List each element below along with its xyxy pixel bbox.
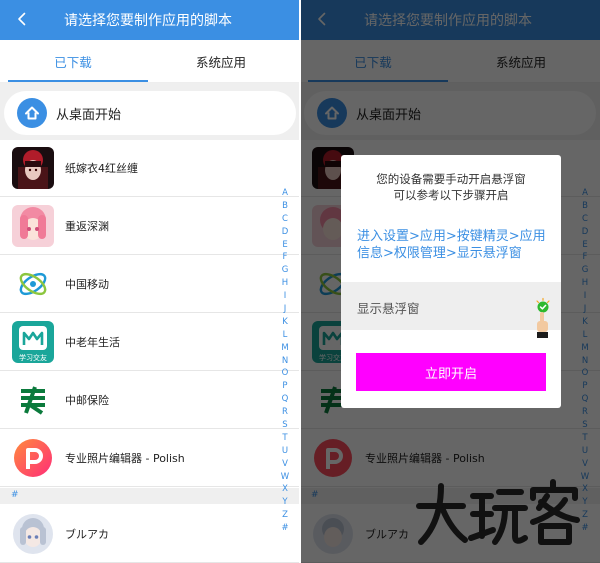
index-letter[interactable]: U — [278, 445, 292, 458]
tab-system-apps[interactable]: 系统应用 — [156, 40, 286, 83]
index-letter[interactable]: # — [278, 522, 292, 535]
index-letter[interactable]: S — [278, 419, 292, 432]
list-item[interactable]: 中邮保险 — [0, 372, 300, 429]
title-bar: 请选择您要制作应用的脚本 — [0, 0, 300, 40]
index-letter[interactable]: T — [278, 432, 292, 445]
app-name: 纸嫁衣4红丝缠 — [65, 162, 138, 175]
app-name: 专业照片编辑器 - Polish — [65, 452, 185, 465]
index-letter[interactable]: Q — [278, 393, 292, 406]
index-letter[interactable]: A — [278, 187, 292, 200]
index-letter[interactable]: O — [278, 367, 292, 380]
index-letter[interactable]: K — [278, 316, 292, 329]
index-letter[interactable]: M — [278, 342, 292, 355]
app-name: 中邮保险 — [65, 394, 109, 407]
chevron-left-icon — [15, 11, 29, 30]
dialog-steps-line2: 信息>权限管理>显示悬浮窗 — [357, 246, 522, 261]
index-letter[interactable]: E — [278, 239, 292, 252]
start-from-desktop-item[interactable]: 从桌面开始 — [4, 91, 296, 135]
index-letter[interactable]: Z — [278, 509, 292, 522]
dialog-message-line2: 可以参考以下步骤开启 — [393, 188, 509, 202]
app-name: ブルアカ — [65, 528, 109, 541]
anime-avatar-icon — [12, 513, 54, 555]
index-letter[interactable]: X — [278, 483, 292, 496]
list-item[interactable]: 专业照片编辑器 - Polish — [0, 430, 300, 487]
floating-window-demo-label: 显示悬浮窗 — [357, 301, 420, 316]
index-letter[interactable]: L — [278, 329, 292, 342]
list-item[interactable]: 纸嫁衣4红丝缠 — [0, 140, 300, 197]
app-name: 重返深渊 — [65, 220, 109, 233]
list-item[interactable]: ブルアカ — [0, 506, 300, 563]
index-letter[interactable]: C — [278, 213, 292, 226]
index-letter[interactable]: B — [278, 200, 292, 213]
app-list: 纸嫁衣4红丝缠 重返深渊 中国移动 学习交友 中老年生活 中邮保险 — [0, 140, 300, 563]
alphabet-index[interactable]: A B C D E F G H I J K L M N O P Q R S T … — [278, 187, 292, 535]
china-post-icon — [12, 379, 54, 421]
enable-now-button[interactable]: 立即开启 — [356, 353, 546, 391]
app-name: 中老年生活 — [65, 336, 120, 349]
left-screen: 请选择您要制作应用的脚本 已下载 系统应用 从桌面开始 纸嫁衣4红丝缠 重返深渊 — [0, 0, 300, 563]
active-tab-indicator — [8, 80, 148, 82]
index-letter[interactable]: F — [278, 251, 292, 264]
index-letter[interactable]: J — [278, 303, 292, 316]
list-item[interactable]: 重返深渊 — [0, 198, 300, 255]
home-icon — [17, 98, 47, 128]
section-header-hash: # — [0, 488, 300, 504]
app-name: 中国移动 — [65, 278, 109, 291]
back-button[interactable] — [8, 6, 36, 34]
index-letter[interactable]: Y — [278, 496, 292, 509]
index-letter[interactable]: G — [278, 264, 292, 277]
polish-icon — [12, 437, 54, 479]
tab-downloaded[interactable]: 已下载 — [8, 40, 138, 83]
page-title: 请选择您要制作应用的脚本 — [64, 13, 232, 29]
dialog-message-line1: 您的设备需要手动开启悬浮窗 — [376, 172, 526, 186]
index-letter[interactable]: P — [278, 380, 292, 393]
list-item[interactable]: 学习交友 中老年生活 — [0, 314, 300, 371]
elderly-life-icon: 学习交友 — [12, 321, 54, 363]
index-letter[interactable]: N — [278, 355, 292, 368]
section-hash-label: # — [11, 490, 19, 500]
index-letter[interactable]: D — [278, 226, 292, 239]
start-from-desktop-label: 从桌面开始 — [56, 108, 122, 123]
list-item[interactable]: 中国移动 — [0, 256, 300, 313]
index-letter[interactable]: R — [278, 406, 292, 419]
china-mobile-icon — [12, 263, 54, 305]
floating-window-demo-row: 显示悬浮窗 — [341, 282, 561, 338]
index-letter[interactable]: H — [278, 277, 292, 290]
anime-girl-icon — [12, 205, 54, 247]
tab-bar: 已下载 系统应用 — [0, 40, 300, 83]
elderly-life-icon-caption: 学习交友 — [19, 353, 47, 362]
game-art-icon — [12, 147, 54, 189]
index-letter[interactable]: I — [278, 290, 292, 303]
finger-tap-icon — [534, 310, 550, 340]
index-letter[interactable]: V — [278, 458, 292, 471]
panel-divider — [299, 0, 301, 563]
watermark-logo — [416, 479, 580, 545]
floating-window-permission-dialog: 您的设备需要手动开启悬浮窗 可以参考以下步骤开启 进入设置>应用>按键精灵>应用… — [341, 155, 561, 408]
index-letter[interactable]: W — [278, 471, 292, 484]
